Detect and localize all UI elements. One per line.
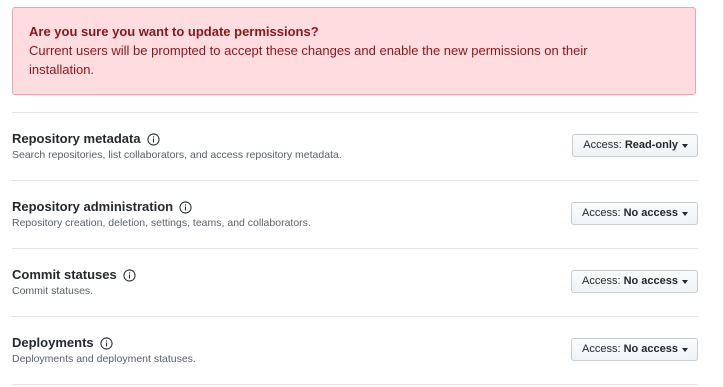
permission-name: Repository metadata [12, 131, 141, 146]
permission-name: Commit statuses [12, 267, 117, 282]
permission-title: Deployments [12, 335, 113, 351]
chevron-down-icon [682, 143, 688, 148]
info-icon[interactable] [100, 336, 113, 350]
permission-description: Repository creation, deletion, settings,… [12, 217, 311, 229]
access-prefix: Access: [582, 343, 621, 355]
permission-title: Repository administration [12, 199, 192, 215]
info-icon[interactable] [123, 268, 136, 282]
permission-name: Deployments [12, 335, 94, 350]
warning-body: Current users will be prompted to accept… [29, 43, 588, 77]
permission-row-repository-administration: Repository administration Repository cre… [12, 180, 698, 248]
access-prefix: Access: [582, 275, 621, 287]
access-value: No access [623, 207, 678, 219]
permission-name: Repository administration [12, 199, 174, 214]
access-prefix: Access: [583, 139, 622, 151]
warning-title: Are you sure you want to update permissi… [29, 24, 319, 39]
permission-description: Search repositories, list collaborators,… [12, 149, 342, 161]
permissions-page: Are you sure you want to update permissi… [0, 0, 724, 387]
permission-row-deployments: Deployments Deployments and deployment s… [12, 316, 698, 384]
chevron-down-icon [682, 347, 688, 352]
access-prefix: Access: [582, 207, 621, 219]
chevron-down-icon [682, 279, 688, 284]
permission-description: Commit statuses. [12, 285, 94, 297]
divider [12, 384, 698, 385]
access-dropdown-commit-statuses[interactable]: Access: No access [571, 270, 698, 293]
access-value: Read-only [624, 139, 678, 151]
access-dropdown-repository-metadata[interactable]: Access: Read-only [572, 134, 698, 157]
access-dropdown-repository-administration[interactable]: Access: No access [571, 202, 698, 225]
info-icon[interactable] [147, 132, 160, 146]
permission-row-commit-statuses: Commit statuses Commit statuses. Access:… [12, 248, 698, 316]
chevron-down-icon [682, 211, 688, 216]
permission-title: Commit statuses [12, 267, 136, 283]
access-dropdown-deployments[interactable]: Access: No access [571, 338, 698, 361]
update-permissions-warning: Are you sure you want to update permissi… [12, 7, 696, 95]
access-value: No access [623, 275, 678, 287]
permission-description: Deployments and deployment statuses. [12, 353, 196, 365]
permission-title: Repository metadata [12, 131, 160, 147]
access-value: No access [623, 343, 678, 355]
permission-row-repository-metadata: Repository metadata Search repositories,… [12, 112, 698, 180]
info-icon[interactable] [179, 200, 192, 214]
